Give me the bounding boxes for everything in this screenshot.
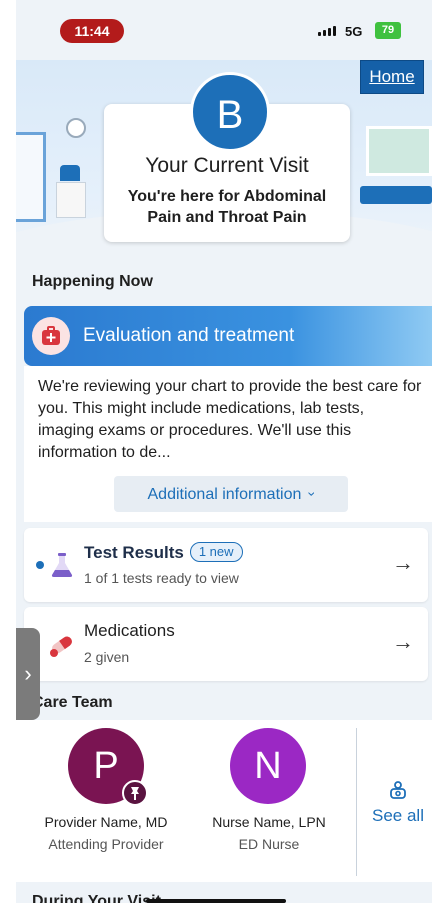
nurse-avatar[interactable]: N — [230, 728, 306, 804]
care-team-panel: P Provider Name, MD Attending Provider N… — [16, 720, 432, 882]
medications-title: Medications — [84, 621, 175, 640]
home-button[interactable]: Home — [360, 60, 424, 94]
see-all-button[interactable]: See all — [368, 806, 428, 826]
bed-illustration — [360, 186, 432, 204]
drawer-handle[interactable]: › — [16, 628, 40, 720]
provider-name: Provider Name, MD — [44, 814, 168, 830]
team-icon — [390, 781, 406, 799]
medical-bag-icon — [32, 317, 70, 355]
arrow-right-icon: → — [392, 550, 414, 575]
table-illustration — [56, 182, 86, 218]
visit-hero: Home B Your Current Visit You're here fo… — [16, 60, 432, 258]
care-team-title: Care Team — [32, 694, 113, 711]
signal-icon — [318, 26, 336, 36]
nurse-name: Nurse Name, LPN — [212, 814, 326, 830]
additional-information-label: Additional information — [147, 486, 302, 503]
door-illustration — [16, 132, 46, 222]
medications-subtitle: 2 given — [84, 649, 130, 665]
pill-icon — [50, 636, 72, 657]
arrow-right-icon: → — [392, 629, 414, 654]
pin-icon — [122, 780, 148, 806]
new-results-badge: 1 new — [189, 542, 243, 562]
evaluation-description: We're reviewing your chart to provide th… — [38, 378, 422, 461]
evaluation-banner: Evaluation and treatment — [24, 306, 432, 366]
chevron-down-icon: › — [304, 491, 321, 497]
visit-title: Your Current Visit — [145, 154, 309, 177]
flask-icon — [51, 553, 73, 577]
status-time: 11:44 — [60, 19, 124, 43]
additional-information-button[interactable]: Additional information › — [114, 476, 348, 512]
provider-role: Attending Provider — [48, 836, 164, 852]
patient-avatar: B — [190, 72, 270, 152]
mobile-screen: 11:44 5G 79 Home B Your Current Visit Yo… — [16, 0, 432, 903]
nurse-role: ED Nurse — [238, 836, 300, 852]
status-bar: 11:44 5G 79 — [16, 0, 432, 60]
evaluation-details: We're reviewing your chart to provide th… — [24, 366, 432, 522]
happening-now-title: Happening Now — [32, 273, 153, 290]
unread-dot — [36, 561, 44, 569]
battery-icon: 79 — [375, 22, 401, 39]
clock-icon — [66, 118, 86, 138]
team-divider — [356, 728, 357, 876]
home-indicator — [146, 899, 286, 903]
test-results-title: Test Results 1 new — [84, 542, 243, 563]
medications-card[interactable]: Medications 2 given → — [24, 607, 428, 681]
test-results-card[interactable]: Test Results 1 new 1 of 1 tests ready to … — [24, 528, 428, 602]
during-visit-title: During Your Visit — [32, 893, 161, 903]
window-illustration — [366, 126, 432, 176]
screen-edge — [0, 0, 16, 903]
lamp-illustration — [60, 165, 80, 181]
test-results-label: Test Results — [84, 543, 184, 562]
evaluation-title: Evaluation and treatment — [83, 325, 295, 346]
network-label: 5G — [345, 24, 363, 39]
visit-reason: You're here for Abdominal Pain and Throa… — [127, 188, 327, 226]
test-results-subtitle: 1 of 1 tests ready to view — [84, 570, 239, 586]
